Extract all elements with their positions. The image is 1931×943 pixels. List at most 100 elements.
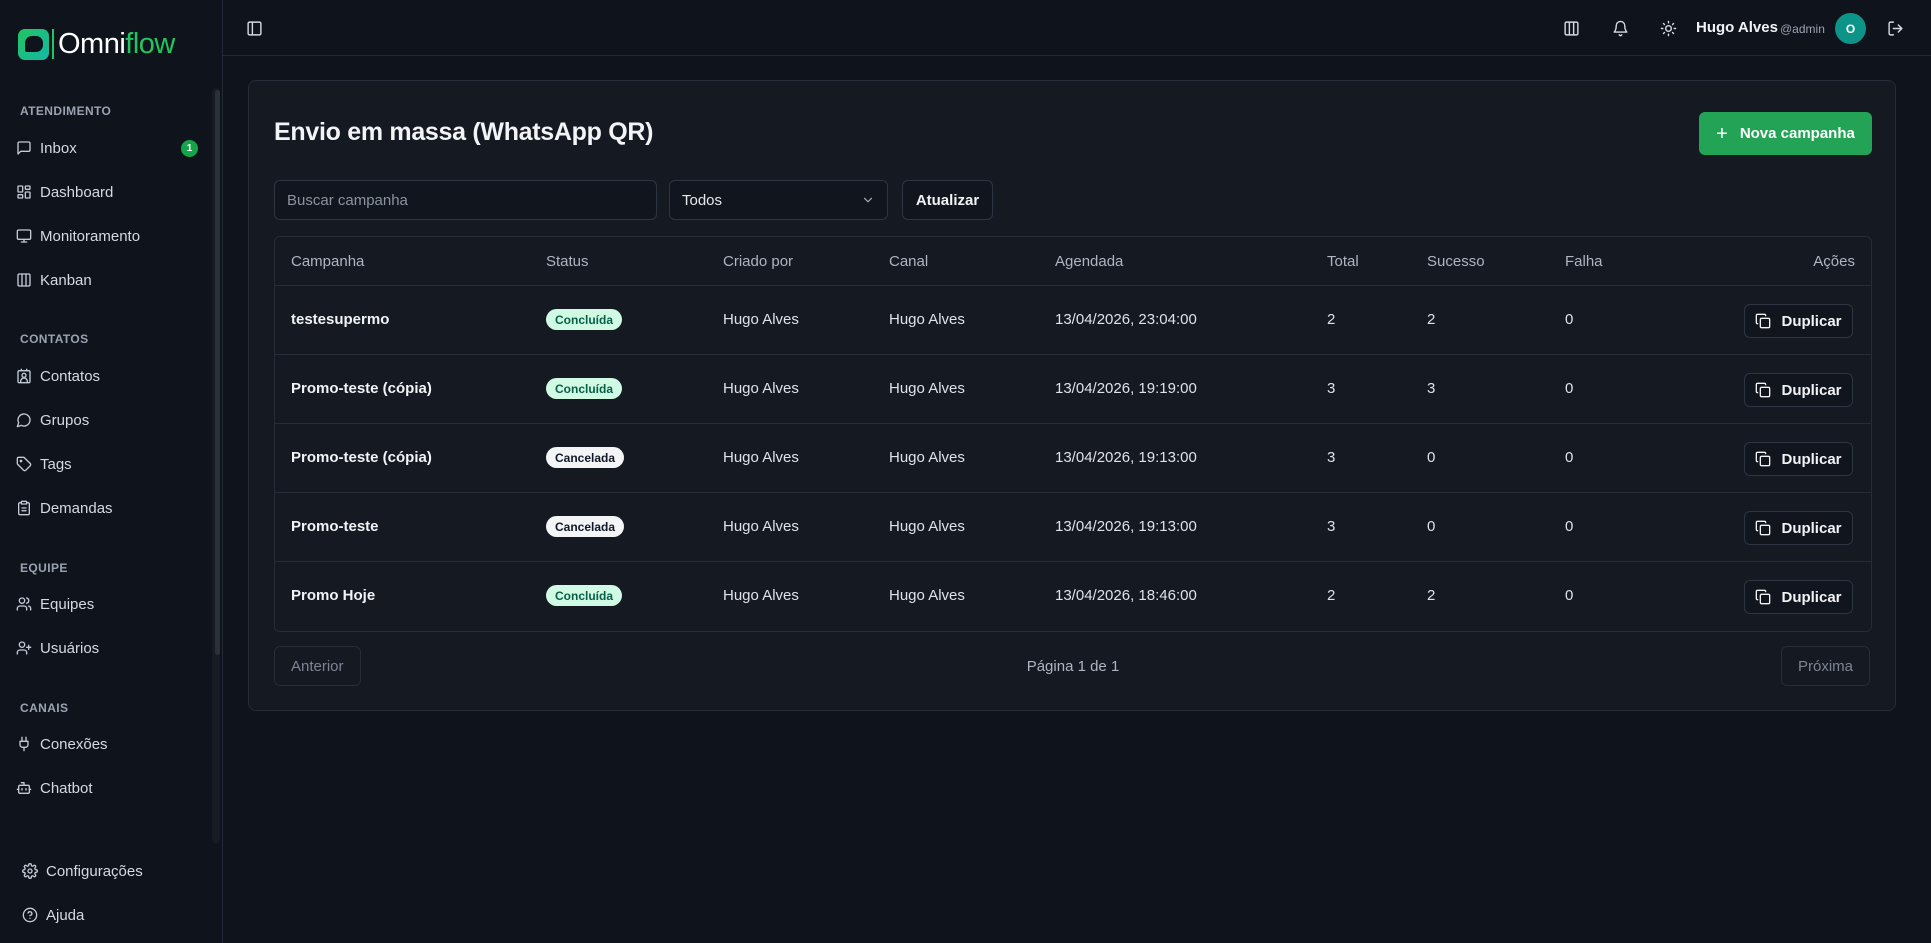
duplicate-button[interactable]: Duplicar — [1744, 511, 1853, 545]
created-by: Hugo Alves — [723, 587, 799, 604]
col-total[interactable]: Total — [1327, 253, 1359, 270]
sidebar-item-configuracoes[interactable]: Configurações — [18, 854, 204, 888]
fail-count: 0 — [1565, 587, 1574, 604]
layout-dashboard-icon — [17, 185, 31, 199]
help-circle-icon — [22, 907, 38, 923]
campaigns-card: Envio em massa (WhatsApp QR) + Nova camp… — [248, 80, 1896, 711]
status-badge: Cancelada — [546, 516, 625, 537]
col-sucesso[interactable]: Sucesso — [1427, 253, 1485, 270]
columns-icon — [1563, 20, 1579, 36]
sun-icon — [1660, 20, 1676, 36]
channel: Hugo Alves — [889, 449, 965, 466]
kanban-icon — [17, 273, 31, 287]
sidebar-item-label: Monitoramento — [40, 227, 141, 245]
duplicate-label: Duplicar — [1781, 588, 1842, 606]
contact-icon — [17, 368, 31, 384]
sidebar-item-demandas[interactable]: Demandas — [12, 491, 198, 525]
total-count: 3 — [1327, 449, 1336, 466]
total-count: 2 — [1327, 587, 1336, 604]
channel: Hugo Alves — [889, 518, 965, 535]
sidebar-item-usuarios[interactable]: Usuários — [12, 631, 198, 665]
sidebar: Omniflow ATENDIMENTO Inbox 1 Dashboard M… — [0, 0, 223, 943]
sidebar-item-contatos[interactable]: Contatos — [12, 359, 198, 393]
refresh-button[interactable]: Atualizar — [902, 180, 993, 220]
status-badge: Concluída — [546, 585, 623, 606]
success-count: 3 — [1427, 380, 1436, 397]
fail-count: 0 — [1565, 449, 1574, 466]
sidebar-item-conexoes[interactable]: Conexões — [12, 727, 198, 761]
avatar[interactable]: O — [1835, 13, 1866, 44]
log-out-icon — [1887, 20, 1903, 36]
table-row: Promo-teste (cópia) Hugo Alves Hugo Alves 1… — [275, 355, 1871, 424]
sidebar-item-chatbot[interactable]: Chatbot — [12, 771, 198, 805]
sidebar-item-tags[interactable]: Tags — [12, 447, 198, 481]
fail-count: 0 — [1565, 380, 1574, 397]
copy-icon — [1756, 589, 1771, 605]
message-square-icon — [17, 141, 31, 155]
page-title: Envio em massa (WhatsApp QR) — [274, 118, 654, 146]
table-row: testesupermo Hugo Alves Hugo Alves 13/04/20… — [275, 286, 1871, 355]
monitor-icon — [16, 229, 32, 243]
col-campanha[interactable]: Campanha — [291, 253, 364, 270]
sidebar-item-equipes[interactable]: Equipes — [12, 587, 198, 621]
created-by: Hugo Alves — [723, 449, 799, 466]
duplicate-button[interactable]: Duplicar — [1744, 373, 1853, 407]
logout-button[interactable] — [1879, 12, 1911, 44]
duplicate-button[interactable]: Duplicar — [1744, 304, 1853, 338]
sidebar-scroll-thumb[interactable] — [215, 90, 220, 655]
sidebar-item-dashboard[interactable]: Dashboard — [12, 175, 198, 209]
scheduled-at: 13/04/2026, 18:46:00 — [1055, 587, 1197, 604]
sidebar-item-monitoramento[interactable]: Monitoramento — [12, 219, 198, 253]
created-by: Hugo Alves — [723, 311, 799, 328]
top-header: Hugo Alves @admin O — [223, 0, 1931, 56]
channel: Hugo Alves — [889, 380, 965, 397]
table-row: Promo-teste (cópia) Hugo Alves Hugo Alves 1… — [275, 424, 1871, 493]
col-agendada[interactable]: Agendada — [1055, 253, 1123, 270]
duplicate-button[interactable]: Duplicar — [1744, 580, 1853, 614]
status-filter-value: Todos — [682, 191, 723, 209]
new-campaign-button[interactable]: + Nova campanha — [1699, 112, 1872, 155]
search-input[interactable] — [274, 180, 657, 220]
status-filter-select[interactable]: Todos — [669, 180, 888, 220]
chevron-down-icon — [863, 197, 873, 203]
fail-count: 0 — [1565, 311, 1574, 328]
next-page-button[interactable]: Próxima — [1780, 646, 1870, 686]
sidebar-item-label: Demandas — [40, 499, 113, 517]
nav-section-contatos: CONTATOS — [20, 332, 89, 346]
col-acoes: Ações — [1813, 253, 1855, 270]
tag-icon — [16, 456, 32, 472]
toggle-sidebar-button[interactable] — [238, 12, 270, 44]
inbox-count-badge: 1 — [181, 140, 198, 157]
duplicate-button[interactable]: Duplicar — [1744, 442, 1853, 476]
scheduled-at: 13/04/2026, 19:19:00 — [1055, 380, 1197, 397]
col-falha[interactable]: Falha — [1565, 253, 1603, 270]
theme-toggle-button[interactable] — [1652, 12, 1684, 44]
nav-section-equipe: EQUIPE — [20, 561, 68, 575]
col-status[interactable]: Status — [546, 253, 589, 270]
table-header: Campanha Status Criado por Canal Agendad… — [275, 237, 1871, 286]
table-row: Promo Hoje Hugo Alves Hugo Alves 13/04/2026… — [275, 562, 1871, 631]
copy-icon — [1756, 313, 1771, 329]
total-count: 2 — [1327, 311, 1336, 328]
success-count: 2 — [1427, 311, 1436, 328]
brand-logo[interactable]: Omniflow — [18, 27, 175, 61]
copy-icon — [1756, 451, 1771, 467]
sidebar-item-label: Contatos — [40, 367, 101, 385]
settings-icon — [22, 863, 38, 879]
sidebar-item-kanban[interactable]: Kanban — [12, 263, 198, 297]
bell-icon — [1612, 20, 1628, 36]
sidebar-item-label: Grupos — [40, 411, 90, 429]
col-canal[interactable]: Canal — [889, 253, 928, 270]
nav-section-canais: CANAIS — [20, 701, 69, 715]
clipboard-icon — [18, 500, 30, 516]
notifications-button[interactable] — [1604, 12, 1636, 44]
scheduled-at: 13/04/2026, 19:13:00 — [1055, 449, 1197, 466]
sidebar-item-ajuda[interactable]: Ajuda — [18, 898, 204, 932]
total-count: 3 — [1327, 380, 1336, 397]
copy-icon — [1756, 382, 1771, 398]
brand-name: Omniflow — [58, 27, 175, 60]
layout-toggle-button[interactable] — [1555, 12, 1587, 44]
col-criado-por[interactable]: Criado por — [723, 253, 793, 270]
sidebar-item-inbox[interactable]: Inbox 1 — [12, 131, 198, 165]
sidebar-item-grupos[interactable]: Grupos — [12, 403, 198, 437]
